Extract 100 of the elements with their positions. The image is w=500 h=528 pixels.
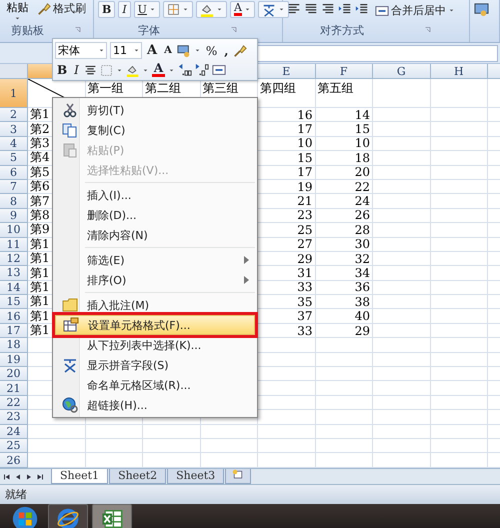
caret-icon <box>98 47 105 54</box>
sheet-tab[interactable]: Sheet3 <box>167 468 224 484</box>
empty-cell <box>316 424 373 439</box>
globe-icon <box>62 397 78 413</box>
row-header[interactable]: 13 <box>0 266 28 281</box>
caret-icon[interactable] <box>194 47 201 54</box>
row-header[interactable]: 24 <box>0 424 28 439</box>
font-color-button[interactable]: A <box>152 63 166 77</box>
caret-icon[interactable] <box>14 15 21 22</box>
row-header[interactable]: 25 <box>0 438 28 454</box>
row-header[interactable]: 11 <box>0 238 28 252</box>
align-icon[interactable] <box>287 2 301 16</box>
last-sheet-icon[interactable] <box>36 472 44 481</box>
browser-taskbar-button[interactable] <box>48 504 88 528</box>
number-format-icon[interactable] <box>474 2 489 17</box>
row-header[interactable]: 15 <box>0 295 28 310</box>
table-format-icon <box>63 317 79 333</box>
row-header[interactable]: 7 <box>0 180 28 194</box>
grow-font-button[interactable]: A <box>145 43 160 58</box>
brush-icon[interactable] <box>233 44 248 58</box>
font-name-field[interactable]: 宋体 <box>55 42 107 59</box>
empty-cell <box>373 180 430 194</box>
row-header[interactable]: 20 <box>0 367 28 382</box>
caret-icon[interactable] <box>182 6 189 13</box>
menu-item[interactable]: 超链接(H)... <box>55 395 255 415</box>
next-sheet-icon[interactable] <box>25 472 33 481</box>
empty-cell <box>373 309 430 324</box>
launcher-icon[interactable] <box>74 26 82 34</box>
row-header[interactable]: 4 <box>0 136 28 152</box>
cell: 34 <box>316 266 373 281</box>
empty-cell <box>430 194 488 209</box>
caret-icon[interactable] <box>278 6 285 13</box>
row-header[interactable]: 9 <box>0 208 28 224</box>
column-header[interactable]: F <box>316 64 373 79</box>
italic-button[interactable]: I <box>72 63 81 77</box>
shrink-font-button[interactable]: A <box>162 45 174 56</box>
indent-icon[interactable] <box>338 2 352 16</box>
caret-icon[interactable] <box>148 6 156 13</box>
caret-icon[interactable] <box>116 66 123 74</box>
menu-item[interactable]: 显示拼音字段(S) <box>55 355 255 375</box>
spreadsheet-taskbar-button[interactable] <box>92 504 132 528</box>
row-header[interactable]: 3 <box>0 122 28 137</box>
row-header[interactable]: 5 <box>0 151 28 166</box>
empty-cell <box>143 424 200 439</box>
merge-icon[interactable] <box>212 63 226 77</box>
row-header[interactable]: 6 <box>0 166 28 180</box>
empty-cell <box>86 438 143 454</box>
row-header[interactable]: 22 <box>0 396 28 410</box>
row-header[interactable]: 26 <box>0 453 28 468</box>
previous-sheet-icon[interactable] <box>14 472 22 481</box>
menu-item[interactable]: 命名单元格区域(R)... <box>55 375 255 395</box>
column-header[interactable]: G <box>373 64 430 79</box>
format-painter-button[interactable]: 格式刷 <box>34 0 89 17</box>
launcher-icon[interactable] <box>424 26 432 34</box>
row-header[interactable]: 14 <box>0 280 28 296</box>
percent-button[interactable]: % <box>204 44 220 58</box>
new-sheet-icon[interactable] <box>232 468 244 481</box>
caret-icon[interactable] <box>142 66 149 74</box>
indent-icon[interactable] <box>355 2 369 16</box>
sheet-tab[interactable]: Sheet2 <box>109 468 166 484</box>
row-header[interactable]: 10 <box>0 223 28 238</box>
first-sheet-icon[interactable] <box>3 472 11 481</box>
increase-decimal-icon[interactable] <box>178 63 192 77</box>
row-header[interactable]: 12 <box>0 252 28 266</box>
caret-icon[interactable] <box>216 6 223 13</box>
row-header[interactable]: 18 <box>0 338 28 353</box>
row-header[interactable]: 8 <box>0 194 28 209</box>
caret-icon[interactable] <box>168 66 176 74</box>
phonetic-icon[interactable] <box>262 2 276 16</box>
comma-button[interactable]: , <box>222 44 230 58</box>
borders-icon[interactable] <box>166 3 180 16</box>
paste-button[interactable]: 粘贴 <box>6 0 28 15</box>
launcher-icon[interactable] <box>230 26 238 34</box>
font-size-field[interactable]: 11 <box>110 42 142 59</box>
empty-cell <box>373 166 430 180</box>
row-header[interactable]: 2 <box>0 108 28 122</box>
column-header[interactable]: E <box>258 64 316 79</box>
empty-cell <box>373 136 430 152</box>
cell: 28 <box>316 223 373 238</box>
row-header[interactable]: 21 <box>0 381 28 396</box>
column-header[interactable]: H <box>430 64 488 79</box>
row-header[interactable]: 23 <box>0 410 28 425</box>
empty-cell <box>430 324 488 338</box>
row-header[interactable]: 17 <box>0 324 28 338</box>
bold-button[interactable]: B <box>55 63 70 77</box>
merge-center-button[interactable]: 合并后居中 <box>372 2 458 19</box>
row-header[interactable]: 19 <box>0 352 28 368</box>
menu-item[interactable]: 设置单元格格式(F)... <box>55 315 255 335</box>
decrease-decimal-icon[interactable] <box>195 63 210 77</box>
row-header[interactable]: 16 <box>0 309 28 324</box>
align-icon[interactable] <box>321 2 335 16</box>
fill-color-icon[interactable] <box>200 2 214 16</box>
empty-cell <box>430 208 488 224</box>
row-header[interactable]: 1 <box>0 79 28 108</box>
center-align-icon[interactable] <box>84 64 97 76</box>
fill-color-icon[interactable] <box>126 64 139 76</box>
sheet-tab[interactable]: Sheet1 <box>51 468 108 484</box>
align-icon[interactable] <box>304 2 318 16</box>
cell-styles-icon[interactable] <box>176 44 191 58</box>
caret-icon[interactable] <box>244 6 251 13</box>
